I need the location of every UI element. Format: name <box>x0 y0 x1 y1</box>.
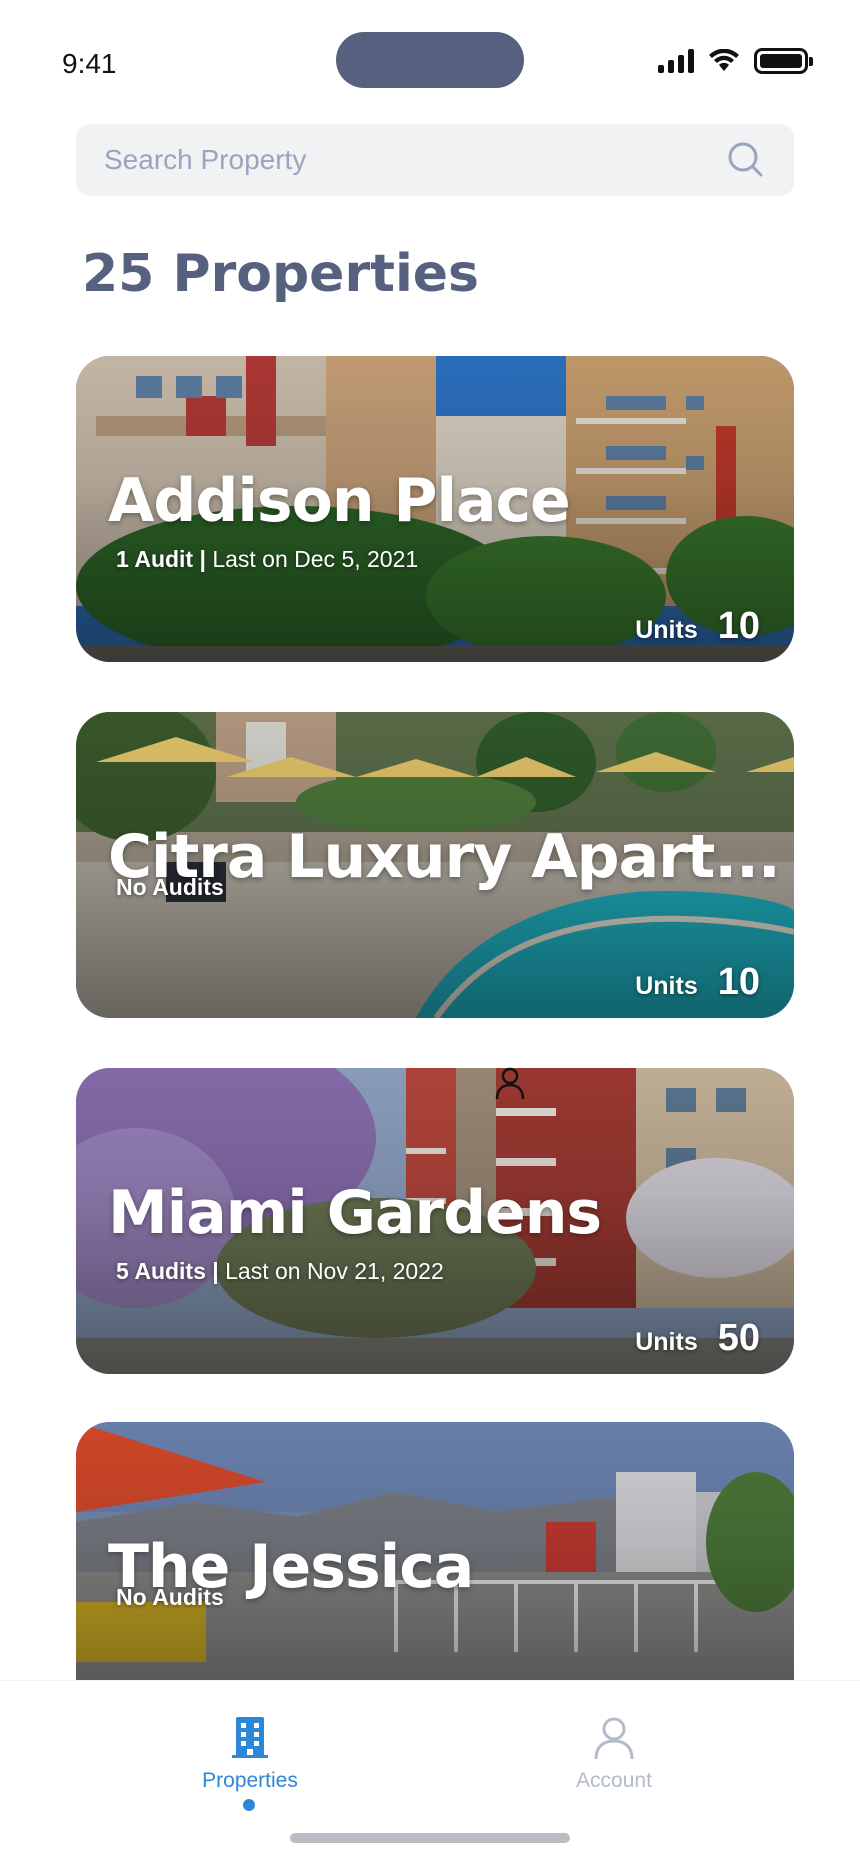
audit-count: 1 Audit <box>116 546 194 572</box>
bottom-tab-bar: Properties Account <box>0 1680 860 1864</box>
cellular-signal-icon <box>658 49 694 73</box>
search-input[interactable] <box>104 144 726 176</box>
last-audit-date: Last on Dec 5, 2021 <box>212 546 419 572</box>
user-icon <box>594 1717 634 1760</box>
page-title: 25 Properties <box>82 244 479 304</box>
units-info: Units 10 <box>635 961 760 1004</box>
units-count: 50 <box>717 1317 760 1359</box>
home-indicator <box>290 1833 570 1843</box>
last-audit-date: Last on Nov 21, 2022 <box>225 1258 444 1284</box>
units-label: Units <box>635 1328 698 1356</box>
units-info: Units 10 <box>635 605 760 648</box>
status-bar: 9:41 <box>0 0 860 110</box>
tab-properties-label: Properties <box>202 1769 298 1792</box>
audit-summary: No Audits <box>116 874 224 901</box>
units-count: 10 <box>717 605 760 647</box>
tab-account[interactable]: Account <box>514 1713 714 1793</box>
property-name: Miami Gardens <box>108 1178 602 1248</box>
property-card-miami-gardens[interactable]: Miami Gardens 5 Audits | Last on Nov 21,… <box>76 1068 794 1374</box>
property-name: Addison Place <box>108 466 571 536</box>
meta-separator: | <box>212 1258 219 1284</box>
units-count: 10 <box>717 961 760 1003</box>
units-label: Units <box>635 972 698 1000</box>
tab-account-label: Account <box>576 1769 652 1792</box>
status-icons <box>658 48 813 74</box>
units-label: Units <box>635 616 698 644</box>
wifi-icon <box>709 49 739 71</box>
search-bar[interactable] <box>76 124 794 196</box>
audit-summary: 1 Audit | Last on Dec 5, 2021 <box>116 546 418 573</box>
audit-summary: No Audits <box>116 1584 224 1611</box>
person-icon <box>495 1067 525 1100</box>
battery-icon <box>754 48 813 74</box>
status-time: 9:41 <box>62 48 117 79</box>
audit-count: 5 Audits <box>116 1258 206 1284</box>
search-icon[interactable] <box>726 140 766 180</box>
building-icon <box>232 1717 268 1758</box>
property-card-citra-luxury[interactable]: Citra Luxury Apart... No Audits Units 10 <box>76 712 794 1018</box>
tab-properties[interactable]: Properties <box>150 1713 350 1793</box>
property-card-addison-place[interactable]: Addison Place 1 Audit | Last on Dec 5, 2… <box>76 356 794 662</box>
units-info: Units 50 <box>635 1317 760 1360</box>
audit-count: No Audits <box>116 1584 224 1610</box>
audit-summary: 5 Audits | Last on Nov 21, 2022 <box>116 1258 444 1285</box>
meta-separator: | <box>199 546 206 572</box>
dynamic-island <box>336 32 524 88</box>
active-tab-indicator <box>243 1799 255 1811</box>
audit-count: No Audits <box>116 874 224 900</box>
